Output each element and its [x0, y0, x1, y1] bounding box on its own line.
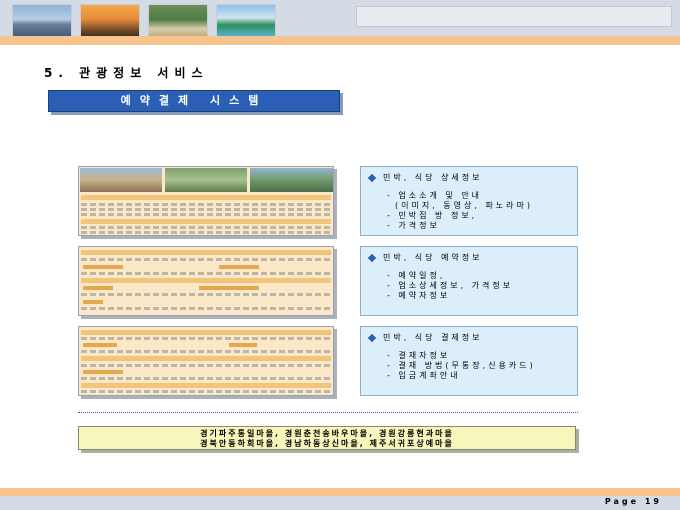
thumbnail-text-row	[81, 307, 331, 310]
info-line: - 결재 방법(무통장,신용카드)	[387, 361, 536, 370]
thumbnail-cell	[199, 286, 259, 290]
village-line: 경북안동하회마을, 경남하동상신마을, 제주서귀포상예마을	[200, 439, 454, 448]
header-photo-sunset	[80, 4, 140, 38]
reservation-screenshot-thumbnail	[78, 246, 334, 316]
info-heading-row: 민박, 식당 상세정보	[367, 173, 569, 183]
header-empty-box	[356, 6, 672, 27]
thumbnail-text-row	[81, 208, 331, 211]
header-photo-beach	[216, 4, 276, 38]
section-title: 5. 관광정보 서비스	[44, 66, 209, 80]
thumbnail-text-row	[81, 258, 331, 261]
thumbnail-bar	[81, 278, 331, 283]
info-line: - 결재자정보	[387, 351, 451, 360]
header-photo-garden	[148, 4, 208, 38]
info-lines: - 결재자정보 - 결재 방법(무통장,신용카드) - 입금계좌안내	[369, 351, 569, 381]
info-line: - 예약일정,	[387, 271, 446, 280]
info-heading: 민박, 식당 결제정보	[383, 333, 483, 342]
thumbnail-cell	[83, 300, 103, 304]
info-line: - 업소상세정보, 가격정보	[387, 281, 514, 290]
thumbnail-cell	[219, 265, 259, 269]
thumbnail-bar	[81, 383, 331, 388]
thumbnail-cell	[83, 343, 117, 347]
thumbnail-photo	[80, 168, 162, 192]
diamond-bullet-icon	[367, 173, 377, 183]
info-heading-row: 민박, 식당 예약정보	[367, 253, 569, 263]
thumbnail-text-row	[81, 377, 331, 380]
thumbnail-text-row	[81, 293, 331, 296]
thumbnail-text-row	[81, 350, 331, 353]
diamond-bullet-icon	[367, 253, 377, 263]
footer-band	[0, 496, 680, 510]
info-lines: - 예약일정, - 업소상세정보, 가격정보 - 예약자정보	[369, 271, 569, 301]
payment-screenshot-thumbnail	[78, 326, 334, 396]
info-heading: 민박, 식당 상세정보	[383, 173, 483, 182]
village-list-box: 경기파주통일마을, 경원춘천송바우마을, 경원강릉현과마을 경북안동하회마을, …	[78, 426, 576, 450]
thumbnail-text-row	[81, 364, 331, 367]
thumbnail-text-row	[81, 203, 331, 206]
info-heading-row: 민박, 식당 결제정보	[367, 333, 569, 343]
info-lines: - 업소소개 및 안내 (이미지, 동영상, 파노라마) - 민박집 방 정보,…	[369, 191, 569, 231]
info-box-reservation: 민박, 식당 예약정보 - 예약일정, - 업소상세정보, 가격정보 - 예약자…	[360, 246, 578, 316]
dotted-separator	[78, 412, 578, 413]
diamond-bullet-icon	[367, 333, 377, 343]
thumbnail-cell	[83, 265, 123, 269]
thumbnail-bar	[81, 356, 331, 361]
thumbnail-photo	[250, 168, 333, 192]
page-number: Page 19	[604, 497, 662, 506]
info-line: - 예약자정보	[387, 291, 451, 300]
thumbnail-photo	[165, 168, 247, 192]
detail-screenshot-thumbnail	[78, 166, 334, 236]
thumbnail-cell	[83, 286, 113, 290]
thumbnail-text-row	[81, 390, 331, 393]
thumbnail-bar	[81, 219, 331, 224]
thumbnail-text-row	[81, 337, 331, 340]
info-line: - 민박집 방 정보,	[387, 211, 478, 220]
thumbnail-cell	[229, 343, 257, 347]
thumbnail-text-row	[81, 272, 331, 275]
info-line: - 입금계좌안내	[387, 371, 461, 380]
thumbnail-bar	[81, 195, 331, 200]
thumbnail-text-row	[81, 231, 331, 234]
info-box-detail: 민박, 식당 상세정보 - 업소소개 및 안내 (이미지, 동영상, 파노라마)…	[360, 166, 578, 236]
info-box-payment: 민박, 식당 결제정보 - 결재자정보 - 결재 방법(무통장,신용카드) - …	[360, 326, 578, 396]
thumbnail-bar	[81, 250, 331, 255]
thumbnail-text-row	[81, 213, 331, 216]
info-line: - 가격정보	[387, 221, 440, 230]
info-line: - 업소소개 및 안내	[387, 191, 483, 200]
village-line: 경기파주통일마을, 경원춘천송바우마을, 경원강릉현과마을	[200, 429, 454, 438]
info-heading: 민박, 식당 예약정보	[383, 253, 483, 262]
thumbnail-text-row	[81, 226, 331, 229]
info-line: (이미지, 동영상, 파노라마)	[395, 201, 534, 210]
section-banner: 예약결제 시스템	[48, 90, 340, 112]
thumbnail-cell	[83, 370, 123, 374]
thumbnail-bar	[81, 330, 331, 335]
footer-accent-stripe	[0, 488, 680, 496]
header-accent-stripe	[0, 36, 680, 45]
header-photo-pier	[12, 4, 72, 38]
